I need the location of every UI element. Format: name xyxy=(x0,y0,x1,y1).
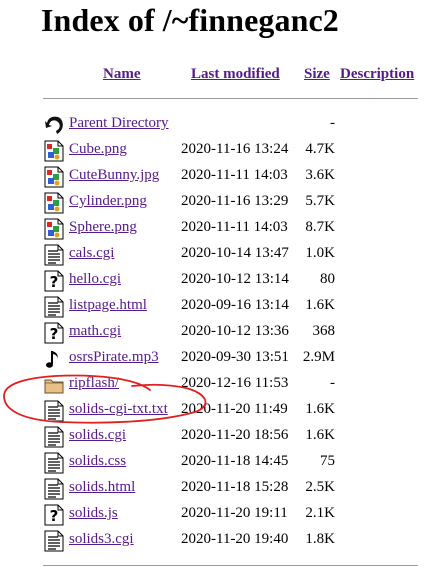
file-link[interactable]: math.cgi xyxy=(69,323,121,340)
file-link[interactable]: cals.cgi xyxy=(69,245,114,262)
file-row-cylinder-png: Cylinder.png 2020-11-16 13:29 5.7K xyxy=(0,191,435,217)
text-file-icon[interactable] xyxy=(44,244,64,266)
last-modified: 2020-11-18 14:45 xyxy=(181,453,289,469)
file-row-solids-html: solids.html 2020-11-18 15:28 2.5K xyxy=(0,477,435,503)
last-modified: 2020-11-11 14:03 xyxy=(181,167,288,183)
last-modified: 2020-12-16 11:53 xyxy=(181,375,289,391)
file-row-listpage-html: listpage.html 2020-09-16 13:14 1.6K xyxy=(0,295,435,321)
last-modified: 2020-11-20 18:56 xyxy=(181,427,289,443)
image-icon[interactable] xyxy=(44,140,64,162)
last-modified: 2020-11-20 19:11 xyxy=(181,505,288,521)
last-modified: 2020-11-16 13:29 xyxy=(181,193,289,209)
file-link[interactable]: solids.css xyxy=(69,453,126,470)
unknown-file-icon[interactable]: ? xyxy=(44,504,64,526)
file-row-math-cgi: ? math.cgi 2020-10-12 13:36 368 xyxy=(0,321,435,347)
file-link[interactable]: hello.cgi xyxy=(69,271,121,288)
svg-text:?: ? xyxy=(50,507,59,525)
file-size: - xyxy=(330,375,335,391)
last-modified: 2020-09-16 13:14 xyxy=(181,297,289,313)
last-modified: 2020-10-12 13:14 xyxy=(181,271,289,287)
text-file-icon[interactable] xyxy=(44,478,64,500)
file-link[interactable]: ripflash/ xyxy=(69,375,119,392)
text-file-icon[interactable] xyxy=(44,400,64,422)
header-divider xyxy=(43,98,418,99)
image-icon[interactable] xyxy=(44,192,64,214)
file-size: 5.7K xyxy=(305,193,335,209)
last-modified: 2020-10-12 13:36 xyxy=(181,323,289,339)
file-link[interactable]: solids.js xyxy=(69,505,118,522)
image-icon[interactable] xyxy=(44,218,64,240)
file-row-solids-cgi: solids.cgi 2020-11-20 18:56 1.6K xyxy=(0,425,435,451)
back-arrow-icon[interactable] xyxy=(44,114,64,136)
file-row-solids-css: solids.css 2020-11-18 14:45 75 xyxy=(0,451,435,477)
file-row-cutebunny-jpg: CuteBunny.jpg 2020-11-11 14:03 3.6K xyxy=(0,165,435,191)
file-row-solids-js: ? solids.js 2020-11-20 19:11 2.1K xyxy=(0,503,435,529)
last-modified: 2020-11-20 11:49 xyxy=(181,401,288,417)
text-file-icon[interactable] xyxy=(44,296,64,318)
image-icon[interactable] xyxy=(44,166,64,188)
file-link[interactable]: solids3.cgi xyxy=(69,531,134,548)
footer-divider xyxy=(43,565,418,566)
file-size: 1.6K xyxy=(305,401,335,417)
file-link[interactable]: Sphere.png xyxy=(69,219,137,236)
sort-by-description-link[interactable]: Description xyxy=(340,66,414,83)
sort-by-name-link[interactable]: Name xyxy=(103,66,141,83)
file-size: 368 xyxy=(312,323,336,339)
file-size: 75 xyxy=(320,453,335,469)
file-row-solids3-cgi: solids3.cgi 2020-11-20 19:40 1.8K xyxy=(0,529,435,555)
last-modified: 2020-11-18 15:28 xyxy=(181,479,289,495)
file-size: 8.7K xyxy=(305,219,335,235)
file-row-sphere-png: Sphere.png 2020-11-11 14:03 8.7K xyxy=(0,217,435,243)
last-modified: 2020-11-20 19:40 xyxy=(181,531,289,547)
svg-text:?: ? xyxy=(50,325,59,343)
file-size: 1.0K xyxy=(305,245,335,261)
file-size: 80 xyxy=(320,271,335,287)
file-row-solids-cgi-txt-txt: solids-cgi-txt.txt 2020-11-20 11:49 1.6K xyxy=(0,399,435,425)
file-size: 3.6K xyxy=(305,167,335,183)
file-size: - xyxy=(330,115,335,131)
file-link[interactable]: solids.html xyxy=(69,479,135,496)
text-file-icon[interactable] xyxy=(44,426,64,448)
unknown-file-icon[interactable]: ? xyxy=(44,270,64,292)
file-size: 1.6K xyxy=(305,297,335,313)
sort-by-last-modified-link[interactable]: Last modified xyxy=(191,66,280,83)
music-note-icon[interactable] xyxy=(44,348,64,370)
file-row-cals-cgi: cals.cgi 2020-10-14 13:47 1.0K xyxy=(0,243,435,269)
file-row-hello-cgi: ? hello.cgi 2020-10-12 13:14 80 xyxy=(0,269,435,295)
file-size: 4.7K xyxy=(305,141,335,157)
file-size: 1.8K xyxy=(305,531,335,547)
file-link[interactable]: listpage.html xyxy=(69,297,147,314)
file-row-parent-directory: Parent Directory - xyxy=(0,113,435,139)
text-file-icon[interactable] xyxy=(44,452,64,474)
last-modified: 2020-11-16 13:24 xyxy=(181,141,289,157)
file-row-ripflash: ripflash/2020-12-16 11:53 - xyxy=(0,373,435,399)
file-size: 1.6K xyxy=(305,427,335,443)
file-link[interactable]: osrsPirate.mp3 xyxy=(69,349,159,366)
file-link[interactable]: Parent Directory xyxy=(69,115,169,132)
file-link[interactable]: solids.cgi xyxy=(69,427,126,444)
file-size: 2.5K xyxy=(305,479,335,495)
file-size: 2.1K xyxy=(305,505,335,521)
file-size: 2.9M xyxy=(302,349,335,365)
file-row-osrspirate-mp3: osrsPirate.mp3 2020-09-30 13:51 2.9M xyxy=(0,347,435,373)
file-link[interactable]: CuteBunny.jpg xyxy=(69,167,159,184)
sort-by-size-link[interactable]: Size xyxy=(304,66,330,83)
text-file-icon[interactable] xyxy=(44,530,64,552)
last-modified: 2020-10-14 13:47 xyxy=(181,245,289,261)
page-title: Index of /~finneganc2 xyxy=(41,2,339,38)
file-link[interactable]: Cylinder.png xyxy=(69,193,147,210)
unknown-file-icon[interactable]: ? xyxy=(44,322,64,344)
file-link[interactable]: Cube.png xyxy=(69,141,127,158)
svg-text:?: ? xyxy=(50,273,59,291)
last-modified: 2020-11-11 14:03 xyxy=(181,219,288,235)
last-modified: 2020-09-30 13:51 xyxy=(181,349,289,365)
file-row-cube-png: Cube.png 2020-11-16 13:24 4.7K xyxy=(0,139,435,165)
file-link[interactable]: solids-cgi-txt.txt xyxy=(69,401,168,418)
folder-icon[interactable] xyxy=(44,374,64,396)
